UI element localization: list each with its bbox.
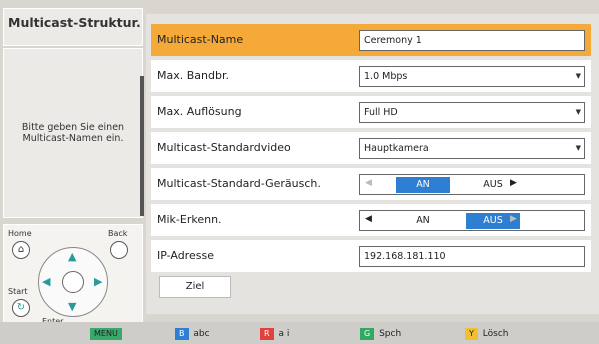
row-default-audio[interactable]: Multicast-Standard-Geräusch. ◀ AN AUS ▶ [151,168,591,200]
start-icon: ↻ [12,299,30,317]
multicast-name-input[interactable]: Ceremony 1 [359,30,585,51]
blue-key-label: abc [193,329,210,339]
row-label: Max. Auflösung [157,105,242,118]
row-label: Mik-Erkenn. [157,213,222,226]
field-value: 1.0 Mbps [364,71,408,82]
toggle-on[interactable]: AN [396,177,450,193]
field-value: Hauptkamera [364,143,429,154]
toggle-on[interactable]: AN [396,213,450,229]
yellow-chip: Y [465,328,478,340]
help-text: Bitte geben Sie einen Multicast-Namen ei… [21,122,125,144]
remote-guide: Home Back ⌂ ▲ ▼ ◀ ▶ Start ↻ Enter [3,224,143,334]
max-bandwidth-select[interactable]: 1.0 Mbps ▼ [359,66,585,87]
row-ip-address[interactable]: IP-Adresse 192.168.181.110 [151,240,591,272]
row-multicast-name[interactable]: Multicast-Name Ceremony 1 [151,24,591,56]
home-label: Home [8,229,32,238]
dropdown-arrow-icon: ▼ [575,144,581,152]
enter-icon [62,271,84,293]
yellow-key[interactable]: Y Lösch [465,327,508,341]
max-resolution-select[interactable]: Full HD ▼ [359,102,585,123]
dropdown-arrow-icon: ▼ [575,72,581,80]
mic-detection-toggle[interactable]: ◀ AN AUS ▶ [359,210,585,231]
green-key-label: Spch [379,329,402,339]
ip-address-input[interactable]: 192.168.181.110 [359,246,585,267]
row-default-video[interactable]: Multicast-Standardvideo Hauptkamera ▼ [151,132,591,164]
yellow-key-label: Lösch [482,329,509,339]
row-label: Max. Bandbr. [157,69,229,82]
red-chip: R [260,328,274,340]
row-mic-detection[interactable]: Mik-Erkenn. ◀ AN AUS ▶ [151,204,591,236]
red-key-label: a i [278,329,290,339]
arrow-left-icon: ◀ [42,275,51,288]
ziel-button[interactable]: Ziel [159,276,231,298]
menu-key[interactable]: MENU [90,327,122,341]
default-video-select[interactable]: Hauptkamera ▼ [359,138,585,159]
panel-title: Multicast-Struktur. [3,8,143,46]
settings-panel: Multicast-Name Ceremony 1 Max. Bandbr. 1… [146,14,599,314]
arrow-right-icon: ▶ [510,214,517,224]
default-audio-toggle[interactable]: ◀ AN AUS ▶ [359,174,585,195]
arrow-down-icon: ▼ [68,300,77,313]
back-label: Back [108,229,128,238]
row-max-resolution[interactable]: Max. Auflösung Full HD ▼ [151,96,591,128]
function-key-bar: MENU B abc R a i G Spch Y Lösch [0,322,599,344]
dropdown-arrow-icon: ▼ [575,108,581,116]
row-label: Multicast-Standardvideo [157,141,291,154]
scroll-divider [140,76,144,216]
start-label: Start [8,287,28,296]
arrow-right-icon: ▶ [510,178,517,188]
red-key[interactable]: R a i [260,327,289,341]
arrow-right-icon: ▶ [94,275,103,288]
left-panel: Multicast-Struktur. Bitte geben Sie eine… [3,8,143,334]
row-label: Multicast-Standard-Geräusch. [157,177,321,190]
field-value: Full HD [364,107,398,118]
field-value: 192.168.181.110 [364,251,446,262]
arrow-left-icon: ◀ [365,214,372,224]
row-label: IP-Adresse [157,249,214,262]
back-icon [110,241,128,259]
row-max-bandwidth[interactable]: Max. Bandbr. 1.0 Mbps ▼ [151,60,591,92]
dpad-icon: ▲ ▼ ◀ ▶ [38,247,108,317]
green-chip: G [360,328,375,340]
row-label: Multicast-Name [157,33,244,46]
green-key[interactable]: G Spch [360,327,401,341]
arrow-up-icon: ▲ [68,250,77,263]
field-value: Ceremony 1 [364,35,422,46]
blue-key[interactable]: B abc [175,327,210,341]
home-icon: ⌂ [12,241,30,259]
menu-chip: MENU [90,327,122,340]
arrow-left-icon: ◀ [365,178,372,188]
help-box: Bitte geben Sie einen Multicast-Namen ei… [3,48,143,218]
blue-chip: B [175,328,189,340]
